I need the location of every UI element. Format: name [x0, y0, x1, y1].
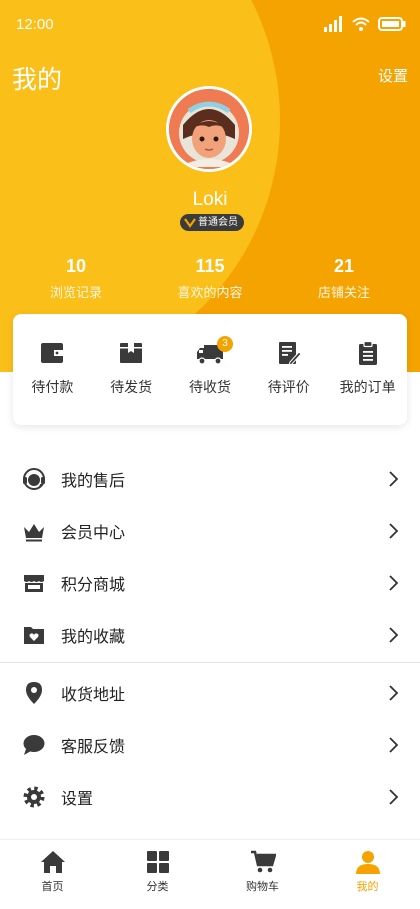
avatar-illustration — [169, 89, 249, 169]
menu-item-label: 积分商城 — [61, 575, 126, 594]
page-title: 我的 — [12, 65, 63, 94]
order-pending-shipment[interactable]: 待发货 — [96, 340, 166, 425]
tab-label: 购物车 — [246, 880, 279, 893]
wallet-icon — [41, 343, 64, 363]
stat-value: 115 — [195, 256, 225, 276]
chevron-right-icon — [389, 471, 398, 487]
tab-categories[interactable]: 分类 — [105, 840, 210, 909]
stat-value: 21 — [333, 256, 355, 276]
username: Loki — [192, 189, 228, 210]
stat-store-follows[interactable]: 21 店铺关注 — [296, 256, 392, 301]
order-pending-receipt[interactable]: 3 待收货 — [175, 336, 245, 425]
chat-bubble-icon — [23, 735, 45, 755]
avatar[interactable] — [166, 86, 252, 172]
menu-item-label: 收货地址 — [61, 685, 126, 704]
menu-item-favorites[interactable]: 我的收藏 — [0, 609, 420, 661]
status-icons — [324, 16, 406, 32]
menu-item-label: 客服反馈 — [61, 737, 126, 756]
battery-icon — [378, 17, 406, 31]
menu-item-label: 会员中心 — [61, 523, 126, 542]
menu-divider — [0, 662, 420, 663]
grid-icon — [146, 851, 169, 873]
menu-item-settings[interactable]: 设置 — [0, 771, 420, 823]
order-label: 待收货 — [188, 380, 231, 396]
stat-value: 10 — [65, 256, 87, 276]
home-icon — [40, 851, 65, 873]
stats-row: 10 浏览记录 115 喜欢的内容 21 店铺关注 — [0, 256, 420, 301]
wifi-icon — [352, 17, 370, 31]
order-label: 待付款 — [31, 380, 74, 396]
tab-label: 首页 — [41, 880, 64, 893]
tab-label: 分类 — [146, 880, 169, 893]
vip-chevron-icon — [184, 218, 196, 228]
person-icon — [355, 851, 380, 874]
tab-label: 我的 — [356, 880, 379, 893]
stat-label: 喜欢的内容 — [177, 286, 243, 301]
tab-mine[interactable]: 我的 — [315, 840, 420, 909]
signal-icon — [324, 16, 342, 32]
favorite-folder-icon — [24, 627, 44, 644]
order-pending-payment[interactable]: 待付款 — [17, 340, 87, 425]
menu-group-account: 收货地址 客服反馈 设置 — [0, 667, 420, 823]
menu-item-customer-feedback[interactable]: 客服反馈 — [0, 719, 420, 771]
chevron-right-icon — [389, 789, 398, 805]
chevron-right-icon — [389, 685, 398, 701]
member-badge-label: 普通会员 — [198, 217, 238, 228]
location-pin-icon — [26, 682, 42, 704]
order-count-badge: 3 — [216, 336, 233, 352]
menu-item-after-sales[interactable]: 我的售后 — [0, 453, 420, 505]
status-bar: 12:00 — [16, 14, 406, 38]
order-label: 我的订单 — [339, 380, 396, 396]
stat-label: 店铺关注 — [317, 286, 370, 301]
tab-home[interactable]: 首页 — [0, 840, 105, 909]
cart-icon — [250, 850, 276, 873]
package-icon — [120, 343, 143, 363]
chevron-right-icon — [389, 575, 398, 591]
menu-item-label: 设置 — [61, 789, 94, 808]
stat-browse-history[interactable]: 10 浏览记录 — [28, 256, 124, 301]
menu-item-label: 我的售后 — [61, 471, 126, 490]
headset-icon — [23, 468, 45, 490]
stat-label: 浏览记录 — [49, 286, 102, 301]
settings-link[interactable]: 设置 — [378, 65, 408, 86]
status-time: 12:00 — [16, 16, 54, 33]
chevron-right-icon — [389, 627, 398, 643]
menu-group-services: 我的售后 会员中心 积分商城 我的收藏 — [0, 453, 420, 661]
stat-liked-content[interactable]: 115 喜欢的内容 — [162, 256, 258, 301]
order-all-orders[interactable]: 我的订单 — [333, 340, 403, 425]
menu-item-points-mall[interactable]: 积分商城 — [0, 557, 420, 609]
order-label: 待发货 — [110, 380, 153, 396]
menu-item-label: 我的收藏 — [61, 627, 126, 646]
chevron-right-icon — [389, 737, 398, 753]
orders-card: 待付款 待发货 3 待收货 待评价 我的订单 — [13, 314, 407, 425]
menu-item-member-center[interactable]: 会员中心 — [0, 505, 420, 557]
member-badge: 普通会员 — [180, 214, 244, 231]
crown-icon — [24, 524, 44, 542]
menu-item-shipping-address[interactable]: 收货地址 — [0, 667, 420, 719]
store-icon — [24, 575, 44, 592]
order-label: 待评价 — [267, 380, 310, 396]
order-pending-review[interactable]: 待评价 — [254, 340, 324, 425]
clipboard-icon — [358, 340, 377, 365]
chevron-right-icon — [389, 523, 398, 539]
bottom-tab-bar: 首页 分类 购物车 我的 — [0, 839, 420, 909]
tab-cart[interactable]: 购物车 — [210, 840, 315, 909]
gear-icon — [23, 786, 45, 808]
review-icon — [278, 342, 302, 366]
